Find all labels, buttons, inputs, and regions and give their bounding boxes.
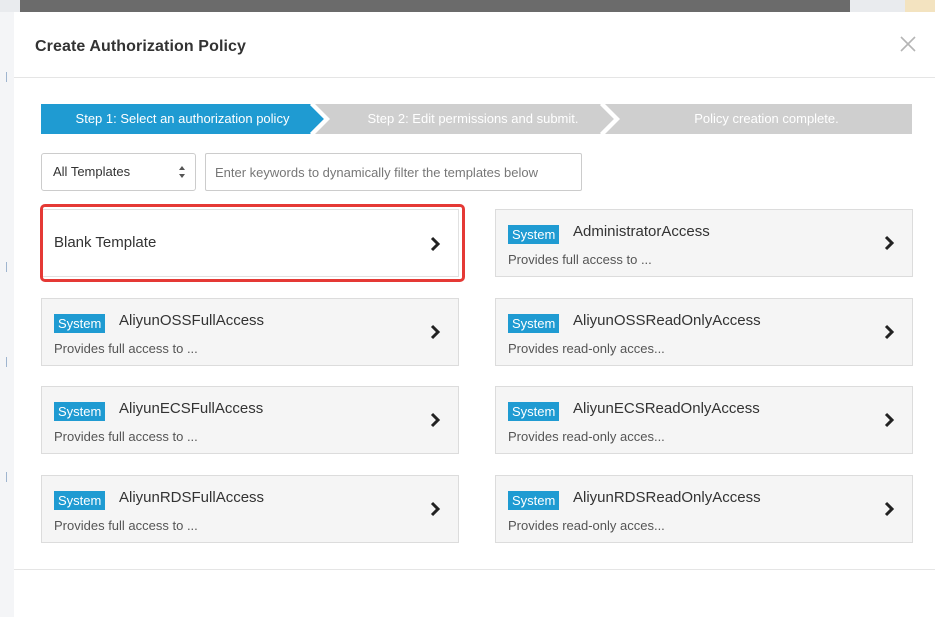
system-badge: System (508, 402, 560, 421)
template-search-input[interactable] (205, 153, 582, 191)
background-mark (6, 72, 12, 82)
background-header-bar (20, 0, 850, 12)
background-corner (905, 0, 935, 12)
background-mark (6, 357, 12, 367)
template-name: AliyunRDSFullAccess (119, 489, 265, 506)
close-icon[interactable] (898, 34, 918, 54)
template-card-aliyunossfullaccess[interactable]: System AliyunOSSFullAccess Provides full… (41, 298, 459, 366)
step-progress: Step 1: Select an authorization policy S… (41, 104, 912, 134)
template-name: AliyunOSSReadOnlyAccess (573, 312, 761, 329)
template-description: Provides read-only acces... (508, 518, 665, 533)
template-description: Provides full access to ... (54, 341, 198, 356)
system-badge: System (508, 314, 560, 333)
chevron-right-icon (430, 501, 441, 517)
template-card-administratoraccess[interactable]: System AdministratorAccess Provides full… (495, 209, 913, 277)
step-3-label[interactable]: Policy creation complete. (621, 104, 912, 134)
chevron-right-icon (884, 235, 895, 251)
template-name: AdministratorAccess (573, 223, 710, 240)
modal-header: Create Authorization Policy (14, 12, 935, 78)
template-card-blank[interactable]: Blank Template (41, 209, 459, 277)
template-description: Provides read-only acces... (508, 429, 665, 444)
template-description: Provides full access to ... (54, 518, 198, 533)
template-card-aliyunossreadonlyaccess[interactable]: System AliyunOSSReadOnlyAccess Provides … (495, 298, 913, 366)
chevron-right-icon (430, 236, 441, 252)
template-type-select-value: All Templates (53, 164, 131, 179)
template-name: Blank Template (54, 234, 157, 251)
chevron-right-icon (884, 324, 895, 340)
system-badge: System (54, 314, 106, 333)
system-badge: System (508, 225, 560, 244)
modal-title: Create Authorization Policy (35, 38, 247, 55)
template-description: Provides full access to ... (508, 252, 652, 267)
create-policy-modal: Create Authorization Policy Step 1: Sele… (14, 12, 935, 617)
system-badge: System (54, 491, 106, 510)
system-badge: System (54, 402, 106, 421)
background-page-left (0, 12, 14, 617)
chevron-right-icon (430, 324, 441, 340)
background-page-top (0, 0, 935, 12)
template-type-select[interactable]: All Templates (41, 153, 196, 191)
background-mark (6, 262, 12, 272)
modal-footer-divider (14, 569, 935, 570)
template-name: AliyunECSFullAccess (119, 400, 264, 417)
template-name: AliyunOSSFullAccess (119, 312, 265, 329)
template-description: Provides full access to ... (54, 429, 198, 444)
chevron-right-icon (884, 412, 895, 428)
template-name: AliyunRDSReadOnlyAccess (573, 489, 761, 506)
template-card-aliyunecsfullaccess[interactable]: System AliyunECSFullAccess Provides full… (41, 386, 459, 454)
system-badge: System (508, 491, 560, 510)
step-1-label[interactable]: Step 1: Select an authorization policy (41, 104, 324, 134)
step-2-label[interactable]: Step 2: Edit permissions and submit. (331, 104, 615, 134)
chevron-right-icon (884, 501, 895, 517)
template-card-aliyunrdsfullaccess[interactable]: System AliyunRDSFullAccess Provides full… (41, 475, 459, 543)
template-name: AliyunECSReadOnlyAccess (573, 400, 760, 417)
template-card-aliyunrdsreadonlyaccess[interactable]: System AliyunRDSReadOnlyAccess Provides … (495, 475, 913, 543)
template-card-aliyunecsreadonlyaccess[interactable]: System AliyunECSReadOnlyAccess Provides … (495, 386, 913, 454)
chevron-right-icon (430, 412, 441, 428)
template-description: Provides read-only acces... (508, 341, 665, 356)
background-mark (6, 472, 12, 482)
select-arrows-icon (179, 166, 185, 178)
